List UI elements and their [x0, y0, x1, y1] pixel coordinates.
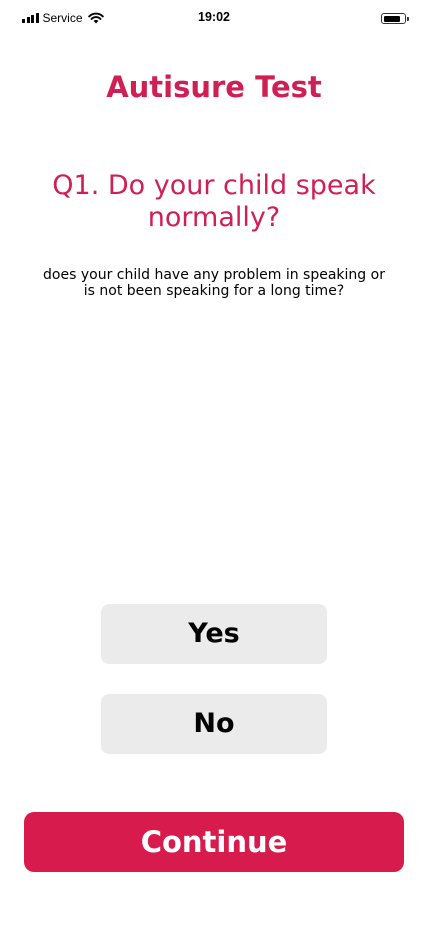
- battery-icon: [381, 13, 409, 24]
- status-time: 19:02: [198, 10, 230, 24]
- no-button[interactable]: No: [101, 694, 327, 754]
- app-title: Autisure Test: [106, 70, 322, 104]
- yes-button[interactable]: Yes: [101, 604, 327, 664]
- question-description: does your child have any problem in spea…: [43, 267, 385, 299]
- status-bar: Service 19:02: [0, 0, 428, 36]
- continue-button[interactable]: Continue: [24, 812, 404, 872]
- question-text: Q1. Do your child speak normally?: [52, 170, 376, 233]
